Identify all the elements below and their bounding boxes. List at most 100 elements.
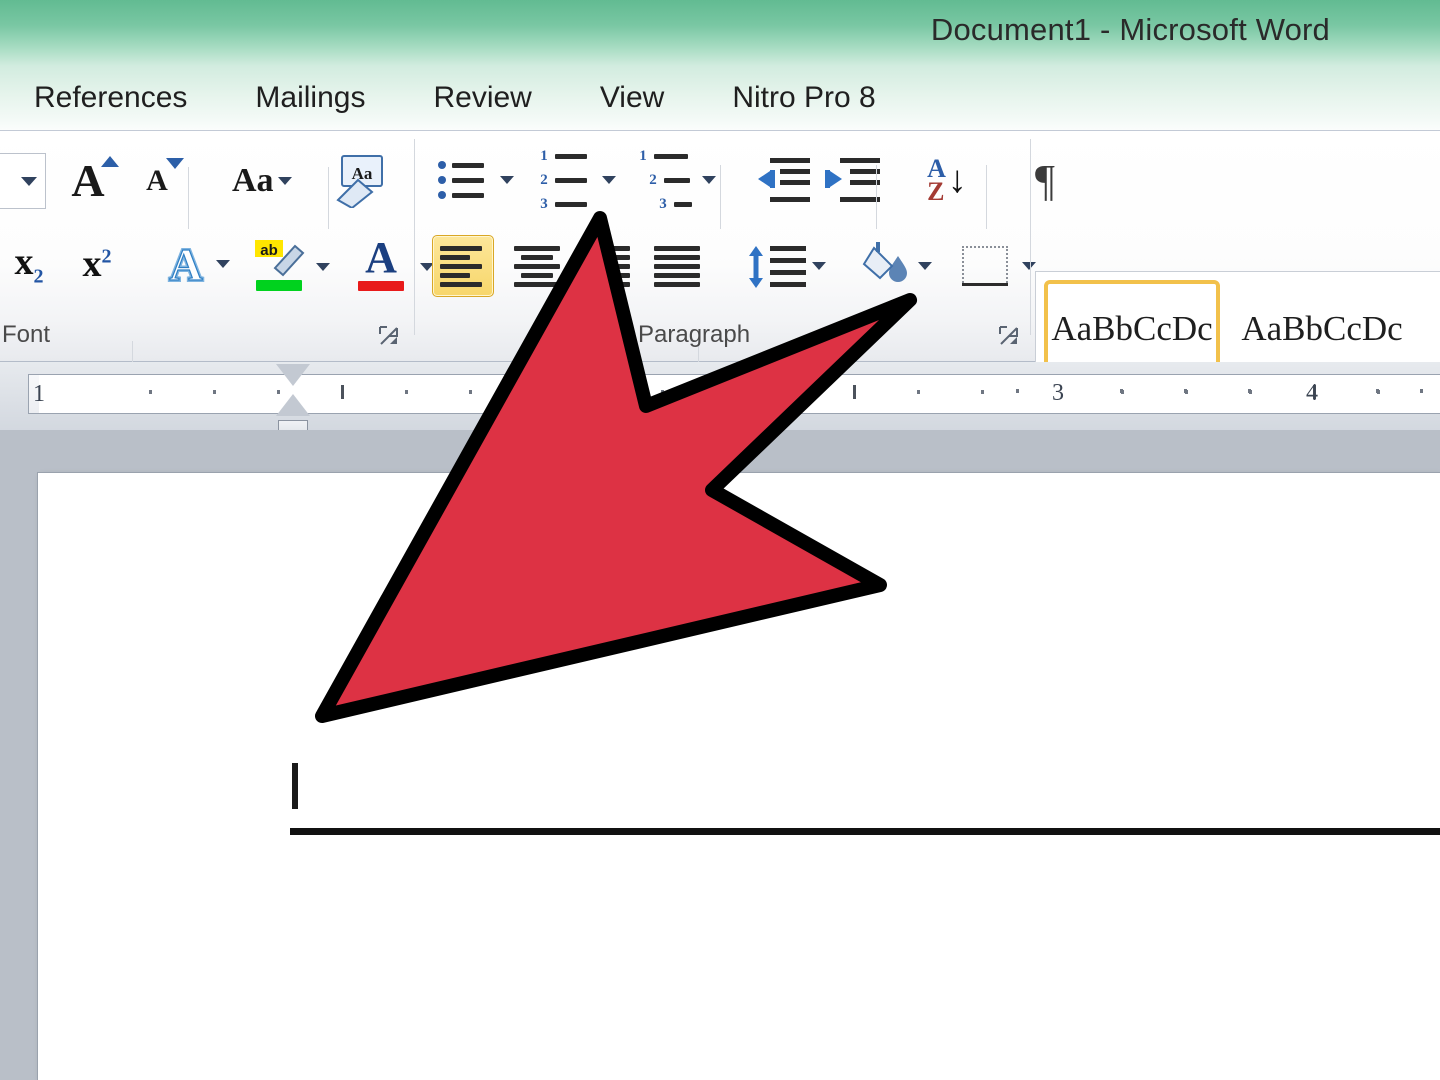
divider — [720, 165, 721, 229]
tab-review[interactable]: Review — [433, 81, 531, 115]
triangle-down-icon — [165, 158, 184, 169]
text-effects-button[interactable]: A A — [160, 237, 230, 291]
subscript-button[interactable]: x2 — [2, 237, 56, 291]
ribbon-tabs: References Mailings Review View Nitro Pr… — [0, 66, 944, 130]
ruler-number-left: 1 — [33, 381, 45, 407]
tab-mailings[interactable]: Mailings — [255, 81, 365, 115]
font-group-label: Font — [2, 321, 51, 348]
ruler-number-4: 4 — [1306, 380, 1318, 406]
group-divider-paragraph-styles — [1030, 139, 1031, 335]
ribbon-tab-strip: References Mailings Review View Nitro Pr… — [0, 66, 1440, 130]
first-line-indent-marker[interactable] — [276, 364, 310, 386]
ruler-text-area — [39, 375, 1440, 413]
style-sample-text: AaBbCcDc — [1241, 308, 1403, 348]
justify-button[interactable] — [650, 239, 704, 293]
clear-formatting-button[interactable]: Aa — [328, 154, 390, 208]
paragraph-group-row-2 — [432, 235, 1036, 397]
decrease-indent-button[interactable] — [754, 153, 810, 207]
paragraph-dialog-launcher[interactable] — [998, 325, 1020, 347]
group-divider-font-paragraph — [414, 139, 415, 335]
bullets-button[interactable] — [434, 153, 488, 207]
text-highlight-color-button[interactable]: ab — [252, 237, 306, 291]
multilevel-list-button[interactable]: 1 2 3 — [638, 148, 692, 212]
style-sample-text: AaBbCcDc — [1051, 308, 1213, 348]
word-window: Document1 - Microsoft Word References Ma… — [0, 0, 1440, 1080]
chevron-down-icon[interactable] — [602, 176, 616, 184]
superscript-button[interactable]: x2 — [70, 237, 124, 291]
tab-references[interactable]: References — [34, 81, 187, 115]
shrink-font-button[interactable]: A — [138, 154, 192, 208]
increase-indent-button[interactable] — [824, 153, 880, 207]
chevron-down-icon[interactable] — [500, 176, 514, 184]
sort-arrow-label: ↓ — [947, 158, 967, 201]
borders-button[interactable] — [962, 239, 1036, 293]
ruler-number-3: 3 — [1052, 380, 1064, 406]
chevron-down-icon — [918, 262, 932, 270]
paragraph-group-row-1: 1 2 3 1 2 3 A Z ↓ ¶ — [434, 148, 1072, 229]
decrease-indent-icon — [758, 158, 810, 202]
text-effects-icon: A A — [167, 238, 204, 290]
sort-z-label: Z — [927, 177, 945, 206]
triangle-up-icon — [100, 156, 119, 167]
numbering-button[interactable]: 1 2 3 — [536, 148, 590, 212]
change-case-icon: Aa — [232, 162, 274, 199]
chevron-down-icon[interactable] — [702, 176, 716, 184]
horizontal-ruler[interactable]: 1 — [28, 374, 1440, 414]
subscript-icon: x2 — [14, 240, 44, 288]
line-spacing-icon — [749, 246, 806, 288]
window-title: Document1 - Microsoft Word — [930, 12, 1330, 47]
tab-view[interactable]: View — [600, 81, 664, 115]
paint-bucket-icon — [862, 242, 907, 282]
font-color-swatch — [358, 280, 404, 291]
font-group-row-1: 1 A A Aa — [0, 153, 390, 229]
chevron-down-icon — [812, 262, 826, 270]
align-left-icon — [440, 245, 486, 287]
align-right-button[interactable] — [580, 239, 634, 293]
paragraph-group-label: Paragraph — [638, 321, 751, 348]
sort-icon: A Z ↓ — [927, 155, 967, 206]
justify-icon — [654, 245, 700, 287]
paragraph-group: 1 2 3 1 2 3 A Z ↓ ¶ Paragraph — [418, 131, 1055, 397]
divider — [876, 165, 877, 229]
chevron-down-icon[interactable] — [316, 263, 330, 271]
numbering-icon: 1 2 3 — [539, 148, 587, 213]
chevron-down-icon — [216, 260, 230, 268]
chevron-down-icon — [277, 177, 292, 185]
multilevel-list-icon: 1 2 3 — [638, 148, 692, 213]
change-case-button[interactable]: Aa — [232, 154, 292, 208]
align-left-button[interactable] — [432, 235, 494, 297]
title-bar: Document1 - Microsoft Word — [0, 0, 1440, 66]
font-group-row-2: x2 x2 A A ab A — [0, 236, 434, 399]
font-color-button[interactable]: A — [354, 236, 408, 291]
align-center-button[interactable] — [510, 239, 564, 293]
chevron-down-icon — [21, 176, 37, 186]
chevron-down-icon — [1022, 262, 1036, 270]
grow-font-icon: A — [71, 155, 105, 206]
highlighter-icon: ab — [255, 239, 305, 276]
sort-button[interactable]: A Z ↓ — [920, 153, 974, 207]
borders-icon — [962, 246, 1008, 286]
align-center-icon — [514, 245, 560, 287]
svg-text:Aa: Aa — [351, 164, 372, 183]
grow-font-button[interactable]: A — [68, 154, 122, 208]
divider — [986, 165, 987, 229]
svg-text:A: A — [169, 239, 202, 290]
signature-line — [290, 828, 1440, 835]
shading-button[interactable] — [862, 239, 932, 293]
line-spacing-button[interactable] — [746, 239, 826, 293]
font-size-combo[interactable]: 1 — [0, 153, 46, 209]
superscript-icon: x2 — [82, 243, 112, 285]
document-workspace — [0, 430, 1440, 1080]
show-formatting-marks-button[interactable]: ¶ — [1018, 153, 1072, 207]
shrink-font-icon: A — [146, 164, 168, 197]
document-page[interactable] — [38, 473, 1440, 1080]
divider — [188, 167, 189, 229]
increase-indent-icon — [825, 158, 880, 202]
font-dialog-launcher[interactable] — [378, 325, 400, 347]
font-group: 1 A A Aa — [0, 131, 434, 399]
text-cursor — [292, 763, 298, 809]
ribbon: 1 A A Aa — [0, 130, 1440, 431]
hanging-indent-marker[interactable] — [276, 394, 310, 416]
highlight-color-swatch — [256, 279, 302, 291]
tab-nitro-pro-8[interactable]: Nitro Pro 8 — [732, 81, 875, 115]
